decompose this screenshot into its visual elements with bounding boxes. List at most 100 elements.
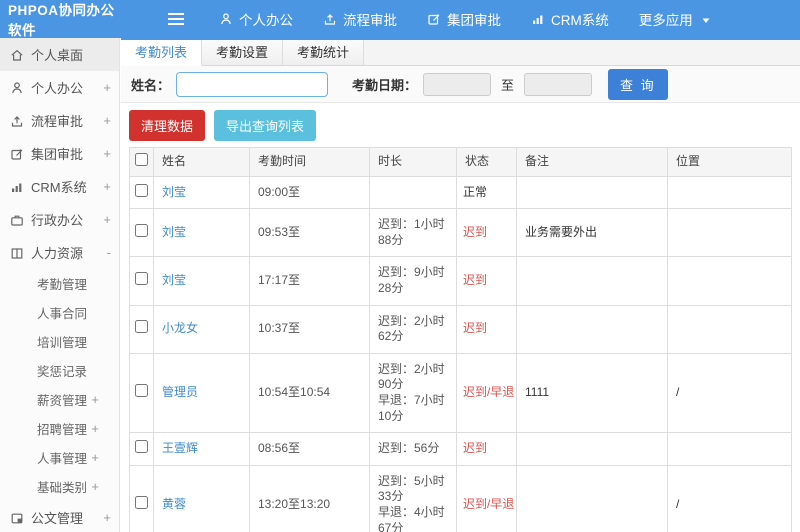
person-icon bbox=[219, 12, 233, 26]
date-to-input[interactable] bbox=[524, 72, 593, 96]
name-input[interactable] bbox=[176, 71, 329, 97]
export-list-button[interactable]: 导出查询列表 bbox=[214, 110, 317, 141]
hamburger-menu-icon[interactable] bbox=[168, 13, 184, 25]
sidebar-item-label: 考勤管理 bbox=[37, 278, 88, 292]
row-checkbox[interactable] bbox=[135, 496, 148, 510]
sidebar-item-personal-desktop[interactable]: 个人桌面 bbox=[0, 38, 119, 71]
location-cell bbox=[667, 432, 792, 466]
row-checkbox[interactable] bbox=[135, 272, 148, 286]
column-header: 备注 bbox=[516, 147, 668, 177]
name-label: 姓名： bbox=[131, 77, 171, 93]
location-cell bbox=[667, 208, 792, 258]
chart-icon bbox=[531, 12, 545, 26]
sidebar-item-label: 人力资源 bbox=[31, 246, 84, 261]
employee-name-link[interactable]: 小龙女 bbox=[162, 321, 198, 335]
row-checkbox[interactable] bbox=[135, 320, 148, 334]
sidebar-item-personnel-management[interactable]: 人事管理 + bbox=[0, 443, 119, 472]
sidebar-item-label: 培训管理 bbox=[37, 336, 88, 350]
checkbox-cell bbox=[129, 464, 154, 532]
name-cell: 刘莹 bbox=[153, 208, 250, 258]
nav-item-label: 集团审批 bbox=[447, 13, 501, 28]
row-checkbox[interactable] bbox=[135, 183, 148, 197]
note-cell: 业务需要外出 bbox=[516, 208, 668, 258]
tab-attendance-statistics[interactable]: 考勤统计 bbox=[283, 40, 365, 65]
select-all-checkbox[interactable] bbox=[135, 153, 148, 166]
expander-salary-management: + bbox=[91, 392, 99, 407]
approval-icon bbox=[427, 12, 441, 26]
employee-name-link[interactable]: 刘莹 bbox=[162, 185, 186, 199]
note-cell bbox=[516, 464, 668, 532]
caret-down-icon bbox=[699, 11, 713, 27]
topbar-nav: 个人办公 流程审批 集团审批 CRM系统 更多应用 bbox=[204, 0, 728, 38]
to-label: 至 bbox=[501, 77, 515, 93]
checkbox-cell bbox=[129, 304, 154, 354]
table-row: 刘莹 17:17至 迟到：9小时28分 迟到 bbox=[129, 256, 792, 306]
name-cell: 黄蓉 bbox=[153, 464, 250, 532]
row-checkbox[interactable] bbox=[135, 440, 148, 454]
checkbox-cell bbox=[129, 352, 154, 434]
sidebar-item-admin-office[interactable]: 行政办公 + bbox=[0, 203, 119, 236]
sidebar-item-workflow-approval[interactable]: 流程审批 + bbox=[0, 104, 119, 137]
sidebar-item-label: 人事合同 bbox=[37, 307, 88, 321]
table-row: 黄蓉 13:20至13:20 迟到：5小时33分 早退：4小时67分 迟到/早退 / bbox=[129, 464, 792, 532]
note-cell: 1111 bbox=[516, 352, 668, 434]
document-icon bbox=[10, 511, 24, 525]
sidebar-item-document-management[interactable]: 公文管理 + bbox=[0, 501, 119, 532]
workflow-icon bbox=[323, 12, 337, 26]
sidebar-item-reward-punishment[interactable]: 奖惩记录 bbox=[0, 356, 119, 385]
attendance-time-cell: 17:17至 bbox=[249, 256, 370, 306]
name-cell: 管理员 bbox=[153, 352, 250, 434]
nav-item-group-approval[interactable]: 集团审批 bbox=[412, 0, 516, 38]
nav-item-workflow-approval[interactable]: 流程审批 bbox=[308, 0, 412, 38]
sidebar-item-training-management[interactable]: 培训管理 bbox=[0, 327, 119, 356]
sidebar-item-group-approval[interactable]: 集团审批 + bbox=[0, 137, 119, 170]
sidebar-item-base-category-settings[interactable]: 基础类别设置+ bbox=[0, 472, 119, 501]
nav-item-more-apps[interactable]: 更多应用 bbox=[624, 0, 728, 38]
home-icon bbox=[10, 48, 24, 62]
tab-attendance-settings[interactable]: 考勤设置 bbox=[202, 40, 284, 65]
sidebar-item-personnel-contract[interactable]: 人事合同 bbox=[0, 298, 119, 327]
approval-icon bbox=[10, 147, 24, 161]
employee-name-link[interactable]: 黄蓉 bbox=[162, 497, 186, 511]
employee-name-link[interactable]: 管理员 bbox=[162, 385, 198, 399]
hr-icon bbox=[10, 246, 24, 260]
name-cell: 王壹辉 bbox=[153, 432, 250, 466]
duration-cell: 迟到：9小时28分 bbox=[369, 256, 457, 306]
date-label: 考勤日期： bbox=[352, 77, 418, 93]
nav-item-label: 个人办公 bbox=[239, 13, 293, 28]
date-from-input[interactable] bbox=[423, 72, 492, 96]
column-header: 时长 bbox=[369, 147, 457, 177]
sidebar-item-human-resources[interactable]: 人力资源 - bbox=[0, 236, 119, 269]
workflow-icon bbox=[10, 114, 24, 128]
row-checkbox[interactable] bbox=[135, 384, 148, 398]
nav-item-label: 更多应用 bbox=[638, 13, 693, 28]
column-header: 状态 bbox=[456, 147, 517, 177]
employee-name-link[interactable]: 王壹辉 bbox=[162, 441, 198, 455]
status-cell: 迟到 bbox=[456, 256, 517, 306]
sidebar-item-recruitment-management[interactable]: 招聘管理 + bbox=[0, 414, 119, 443]
table-row: 刘莹 09:53至 迟到：1小时88分 迟到 业务需要外出 bbox=[129, 208, 792, 258]
expander-crm-system: + bbox=[103, 179, 111, 194]
attendance-time-cell: 08:56至 bbox=[249, 432, 370, 466]
table-row: 小龙女 10:37至 迟到：2小时62分 迟到 bbox=[129, 304, 792, 354]
status-cell: 迟到/早退 bbox=[456, 352, 517, 434]
sidebar-item-attendance-management[interactable]: 考勤管理 bbox=[0, 269, 119, 298]
nav-item-crm-system[interactable]: CRM系统 bbox=[516, 0, 624, 38]
employee-name-link[interactable]: 刘莹 bbox=[162, 225, 186, 239]
expander-personal-office: + bbox=[103, 80, 111, 95]
sidebar-item-personal-office[interactable]: 个人办公 + bbox=[0, 71, 119, 104]
sidebar-item-salary-management[interactable]: 薪资管理 + bbox=[0, 385, 119, 414]
row-checkbox[interactable] bbox=[135, 223, 148, 237]
clear-data-button[interactable]: 清理数据 bbox=[129, 110, 206, 141]
tab-attendance-list[interactable]: 考勤列表 bbox=[121, 40, 203, 66]
search-button[interactable]: 查 询 bbox=[608, 68, 668, 100]
sidebar-item-label: 个人桌面 bbox=[31, 48, 84, 63]
sidebar-item-label: 薪资管理 bbox=[37, 394, 88, 408]
employee-name-link[interactable]: 刘莹 bbox=[162, 273, 186, 287]
expander-group-approval: + bbox=[103, 146, 111, 161]
location-cell bbox=[667, 256, 792, 306]
sidebar-item-crm-system[interactable]: CRM系统 + bbox=[0, 170, 119, 203]
sidebar-item-label: CRM系统 bbox=[31, 180, 87, 195]
nav-item-personal-office[interactable]: 个人办公 bbox=[204, 0, 308, 38]
sidebar-item-label: 集团审批 bbox=[31, 147, 84, 162]
